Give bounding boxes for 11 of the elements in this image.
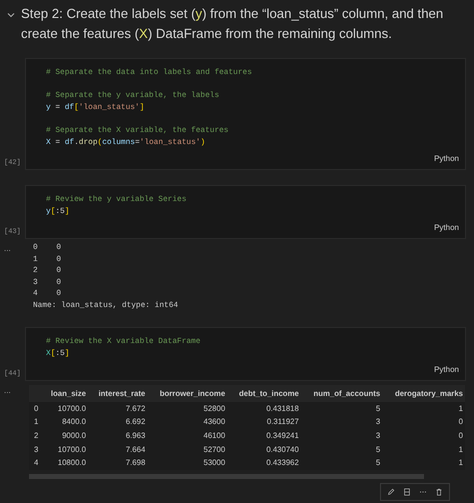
output-menu-button[interactable]: ... [4, 386, 11, 395]
language-label[interactable]: Python [434, 365, 459, 374]
split-cell-icon[interactable] [403, 487, 411, 498]
horizontal-scrollbar[interactable] [29, 474, 424, 480]
collapse-chevron-icon[interactable] [6, 10, 16, 20]
language-label[interactable]: Python [434, 154, 459, 163]
trash-icon[interactable] [435, 487, 443, 498]
pencil-icon[interactable] [387, 487, 395, 498]
language-label[interactable]: Python [434, 223, 459, 232]
output-menu-button[interactable]: ... [4, 244, 11, 253]
markdown-heading: Step 2: Create the labels set (y) from the “loan_status” column, and then create the features (X) DataFrame from the remaining columns. [21, 5, 444, 43]
